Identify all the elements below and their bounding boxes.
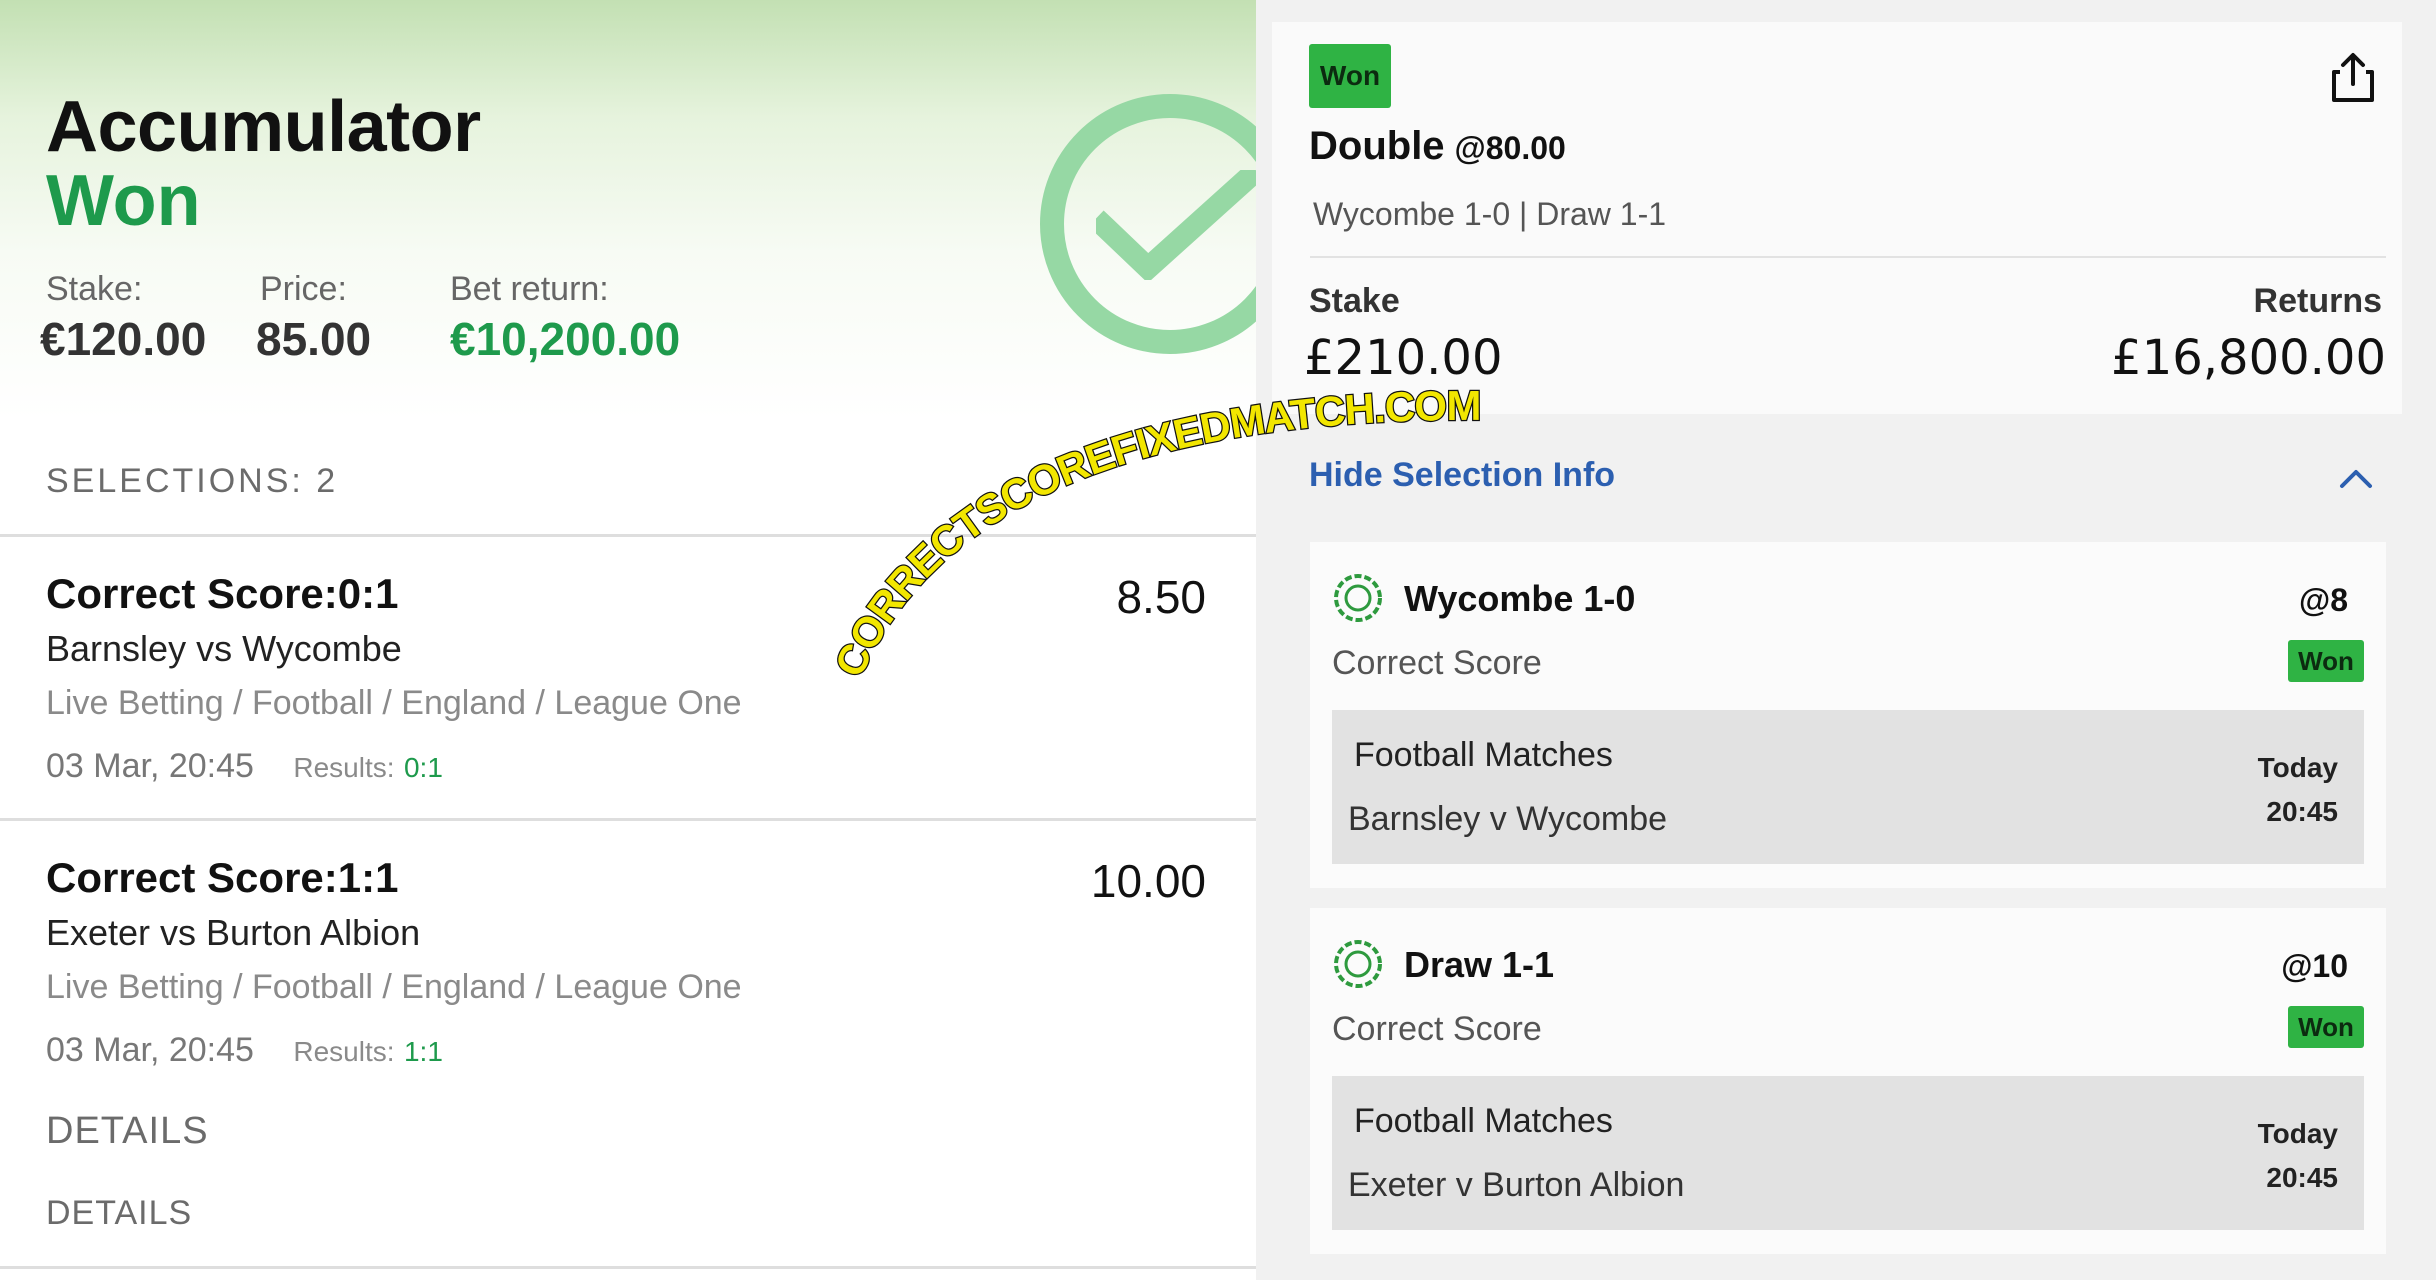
bet-status: Won	[46, 161, 201, 241]
page-title: Accumulator	[46, 87, 481, 167]
selection-meta: 03 Mar, 20:45 Results: 0:1	[46, 747, 1216, 786]
stake-label: Stake	[1309, 282, 1400, 320]
selection-score: 0:1	[337, 570, 399, 617]
status-badge: Won	[2288, 640, 2364, 682]
selection-card[interactable]: Wycombe 1-0 @8 Correct Score Won Footbal…	[1310, 542, 2386, 888]
selection-path: Live Betting / Football / England / Leag…	[46, 684, 742, 722]
bet-return-value: €10,200.00	[450, 313, 681, 365]
selection-meta: 03 Mar, 20:45 Results: 1:1	[46, 1031, 1216, 1070]
status-badge: Won	[2288, 1006, 2364, 1048]
selection-odds: 10.00	[1090, 855, 1206, 907]
bet-summary: Wycombe 1-0 | Draw 1-1	[1313, 196, 1667, 232]
selection-datetime: 03 Mar, 20:45	[46, 1031, 254, 1069]
accumulator-panel: Accumulator Won Stake: €120.00 Price: 85…	[0, 0, 1256, 1280]
event-teams: Exeter v Burton Albion	[1348, 1166, 1685, 1204]
event-competition: Football Matches	[1354, 736, 1613, 774]
price-value: 85.00	[256, 313, 372, 365]
bet-type: Double @80.00	[1309, 124, 1566, 169]
event-info: Football Matches Barnsley v Wycombe Toda…	[1332, 710, 2364, 864]
selection-title: Wycombe 1-0	[1404, 578, 1636, 619]
selection-market: Correct Score	[1332, 1010, 1542, 1048]
selection-card[interactable]: Draw 1-1 @10 Correct Score Won Football …	[1310, 908, 2386, 1254]
bet-type-label: Double	[1309, 124, 1445, 168]
check-icon	[1096, 170, 1256, 280]
chevron-up-icon[interactable]	[2336, 462, 2376, 492]
event-competition: Football Matches	[1354, 1102, 1613, 1140]
divider	[0, 1266, 1256, 1269]
event-time: 20:45	[2266, 796, 2338, 827]
bet-return-label: Bet return:	[450, 270, 609, 308]
divider	[0, 818, 1256, 821]
results-value: 0:1	[403, 752, 443, 783]
selection-teams: Exeter vs Burton Albion	[46, 912, 421, 953]
status-badge: Won	[1309, 44, 1391, 108]
returns-value: £16,800.00	[2111, 330, 2386, 386]
selection-datetime: 03 Mar, 20:45	[46, 747, 254, 785]
selections-count: SELECTIONS: 2	[46, 462, 339, 500]
stake-value: €120.00	[40, 313, 207, 365]
selection-odds: 8.50	[1116, 571, 1206, 623]
selection-market-label: Correct Score:	[46, 854, 338, 901]
selection-market: Correct Score:0:1	[46, 570, 1216, 618]
results-value: 1:1	[403, 1036, 443, 1067]
selection-item[interactable]: Correct Score:1:1 10.00 Exeter vs Burton…	[46, 854, 1216, 1070]
details-link[interactable]: DETAILS	[46, 1110, 209, 1153]
selection-teams: Barnsley vs Wycombe	[46, 628, 402, 669]
results-label: Results:	[293, 1036, 395, 1067]
event-day: Today	[2257, 752, 2338, 783]
selection-market: Correct Score:1:1	[46, 854, 1216, 902]
event-day: Today	[2257, 1118, 2338, 1149]
price-label: Price:	[260, 270, 347, 308]
share-icon[interactable]	[2326, 50, 2380, 104]
selection-market-label: Correct Score:	[46, 570, 338, 617]
stake-label: Stake:	[46, 270, 143, 308]
divider	[0, 534, 1256, 537]
divider	[1310, 256, 2386, 258]
stake-value: £210.00	[1304, 330, 1503, 386]
selection-market: Correct Score	[1332, 644, 1542, 682]
selection-score: 1:1	[337, 854, 399, 901]
bet-slip-panel: Won Double @80.00 Wycombe 1-0 | Draw 1-1 …	[1256, 0, 2436, 1280]
details-link[interactable]: DETAILS	[46, 1194, 192, 1233]
event-info: Football Matches Exeter v Burton Albion …	[1332, 1076, 2364, 1230]
selection-odds: @8	[2299, 582, 2348, 618]
event-teams: Barnsley v Wycombe	[1348, 800, 1668, 838]
hide-selection-info-link[interactable]: Hide Selection Info	[1309, 456, 1615, 495]
event-time: 20:45	[2266, 1162, 2338, 1193]
selection-target-icon	[1334, 574, 1382, 622]
returns-label: Returns	[2253, 282, 2382, 320]
selection-odds: @10	[2281, 948, 2348, 984]
selection-title: Draw 1-1	[1404, 944, 1555, 985]
selection-item[interactable]: Correct Score:0:1 8.50 Barnsley vs Wycom…	[46, 570, 1216, 786]
selection-path: Live Betting / Football / England / Leag…	[46, 968, 742, 1006]
selection-target-icon	[1334, 940, 1382, 988]
results-label: Results:	[293, 752, 395, 783]
bet-odds: @80.00	[1454, 130, 1566, 166]
